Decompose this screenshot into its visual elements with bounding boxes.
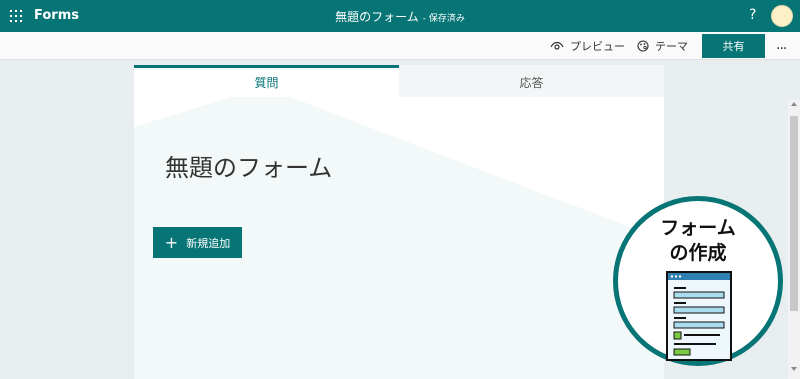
plus-icon: + [164,232,179,252]
vertical-scrollbar[interactable] [788,100,800,379]
form-editor-card: 質問 応答 無題のフォーム + 新規追加 [134,65,664,379]
scroll-up-icon[interactable] [791,102,797,106]
document-title: 無題のフォーム - 保存済み [0,8,800,25]
more-options-icon[interactable]: ... [776,37,787,53]
eye-icon [550,41,564,50]
background-decoration [134,87,664,379]
preview-label: プレビュー [570,40,625,53]
palette-icon [637,40,649,52]
help-button[interactable]: ? [749,7,756,23]
promo-badge: フォーム の作成 [613,196,783,366]
top-app-bar: Forms 無題のフォーム - 保存済み ? [0,0,800,32]
theme-button[interactable]: テーマ [637,38,688,54]
promo-caption: フォーム の作成 [618,216,778,266]
add-new-button[interactable]: + 新規追加 [153,227,242,258]
add-new-label: 新規追加 [186,236,231,250]
form-title[interactable]: 無題のフォーム [165,148,332,183]
tab-responses[interactable]: 応答 [399,65,664,97]
tab-questions[interactable]: 質問 [134,65,399,97]
promo-line-1: フォーム [660,217,736,239]
scroll-down-icon[interactable] [791,367,797,371]
command-bar: プレビュー テーマ 共有 ... [0,32,800,60]
save-status: - 保存済み [422,14,465,24]
theme-label: テーマ [655,40,688,53]
form-document-icon [666,271,732,361]
scroll-thumb[interactable] [790,116,798,311]
form-name: 無題のフォーム [335,10,419,24]
share-button[interactable]: 共有 [702,34,765,58]
preview-button[interactable]: プレビュー [550,38,625,54]
avatar[interactable] [771,5,793,27]
promo-line-2: の作成 [669,242,727,264]
